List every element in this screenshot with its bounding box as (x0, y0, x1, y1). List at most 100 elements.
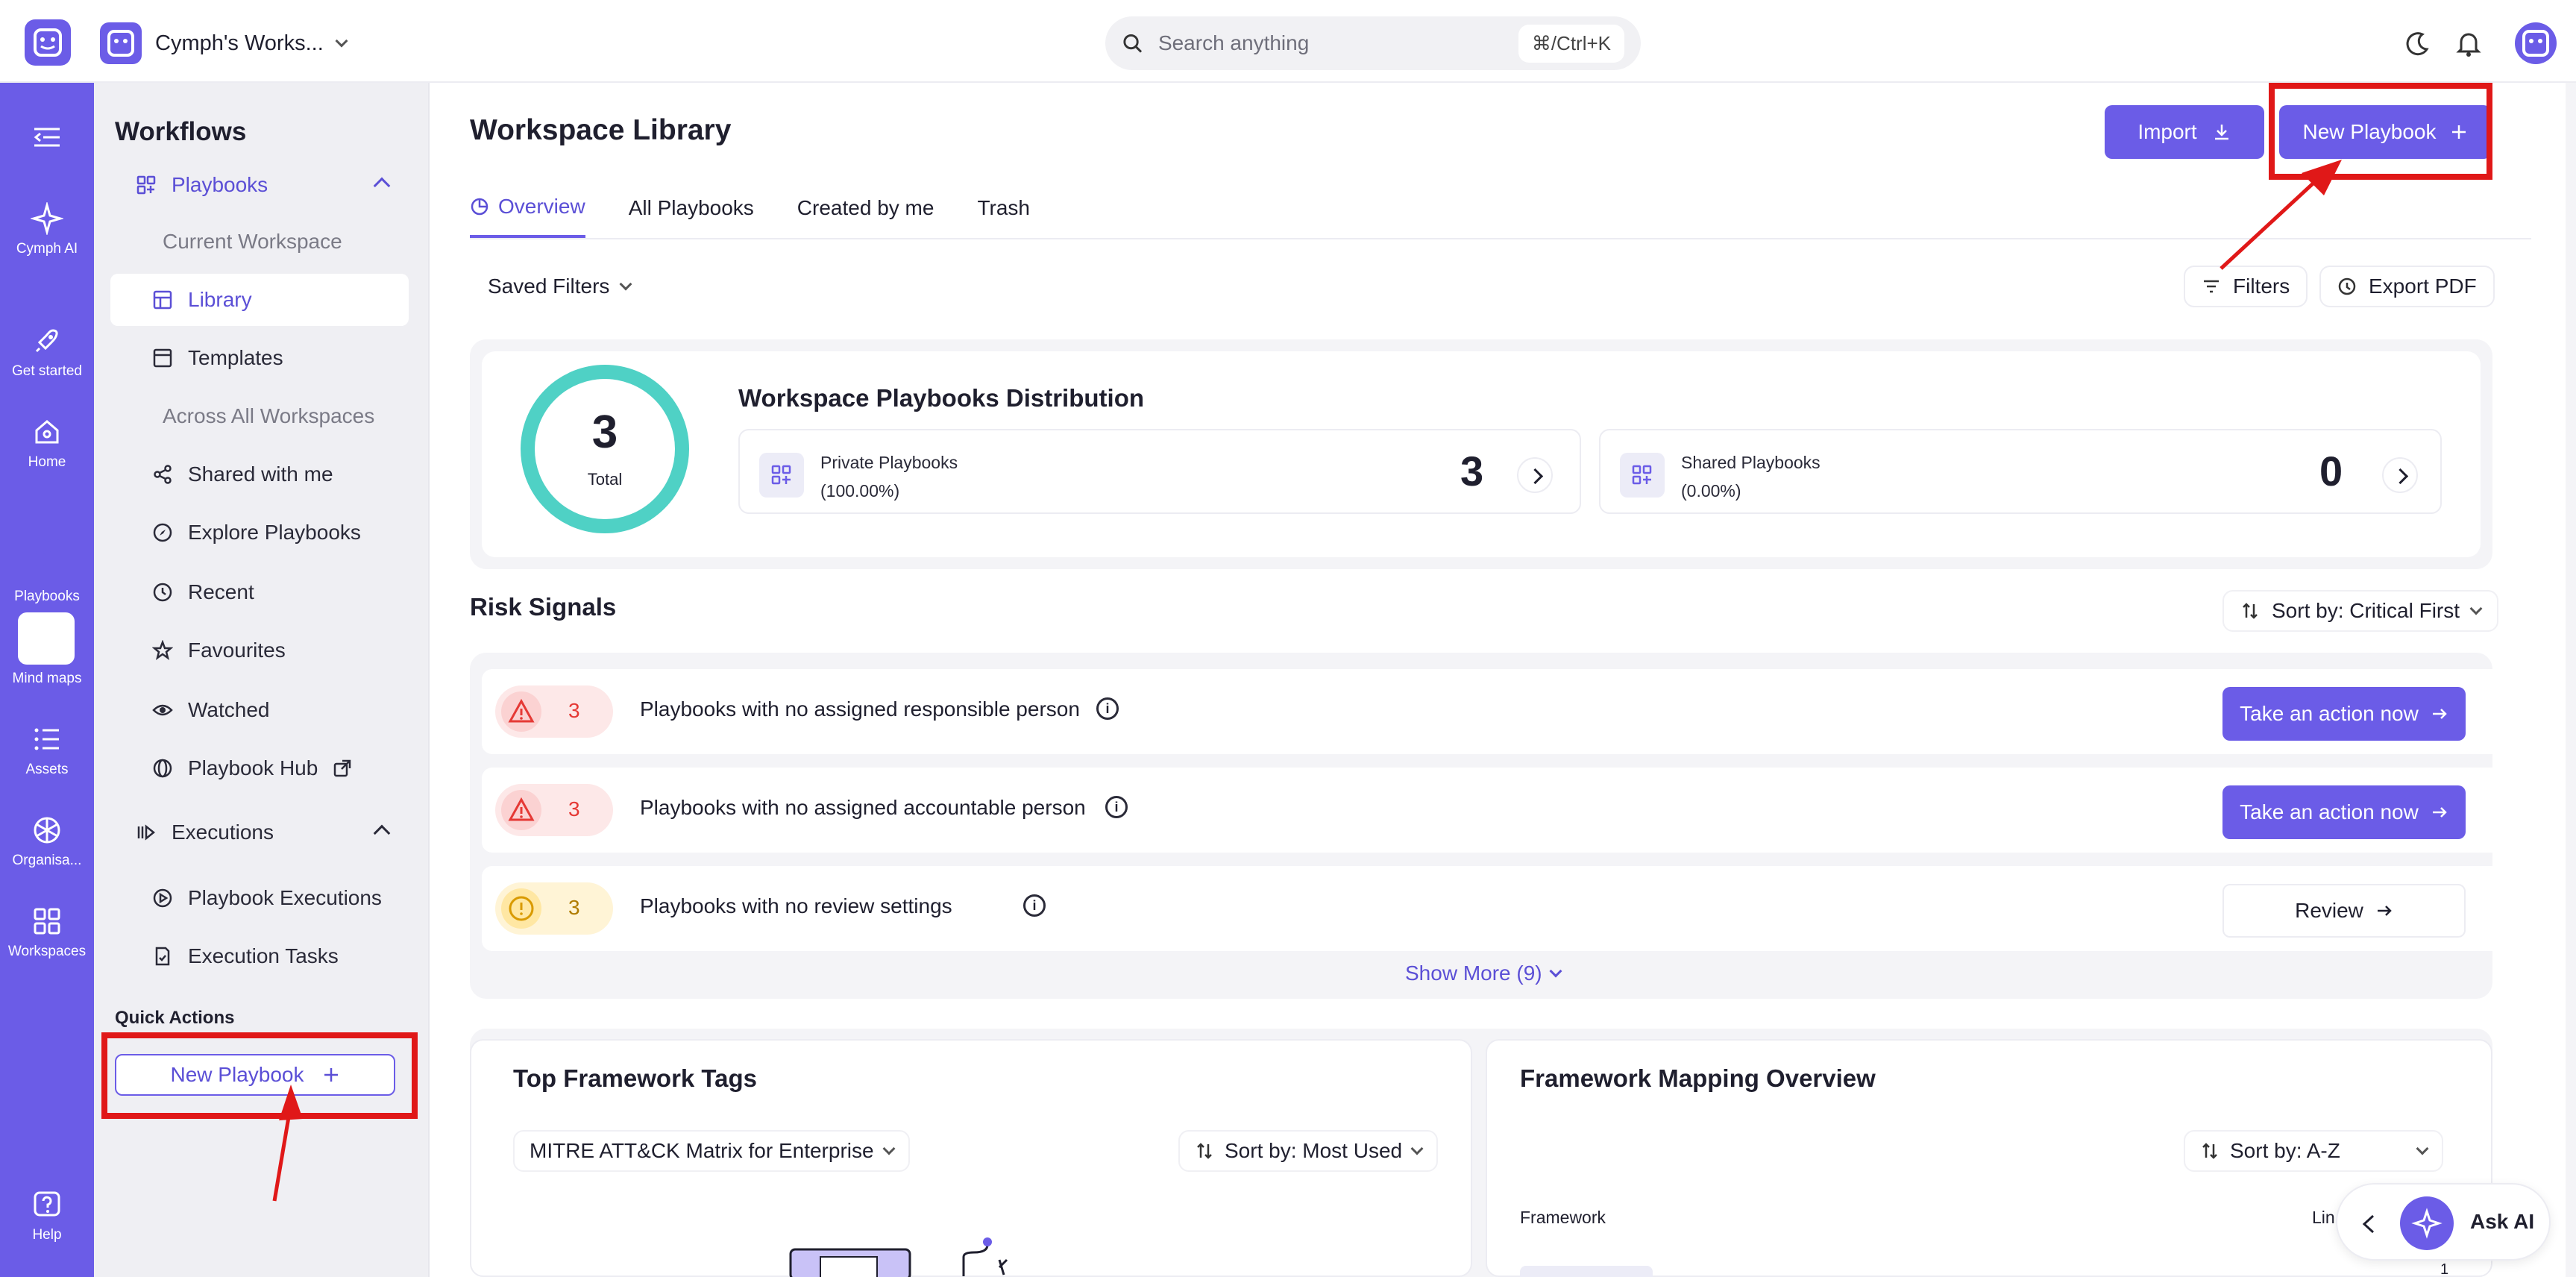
arrow-right-icon (2377, 906, 2392, 916)
chevron-up-icon[interactable] (373, 177, 391, 195)
shared-playbooks-card[interactable]: Shared Playbooks (0.00%) 0 (1599, 429, 2442, 514)
shared-playbooks-percent: (0.00%) (1681, 481, 1741, 501)
show-more-link[interactable]: Show More (9) (1405, 961, 1562, 985)
saved-filters-dropdown[interactable]: Saved Filters (470, 266, 649, 307)
sidebar-item-library[interactable]: Library (110, 274, 409, 326)
rail-item-assets[interactable]: Assets (0, 723, 94, 778)
select-value: MITRE ATT&CK Matrix for Enterprise (530, 1139, 874, 1162)
sidebar-item-explore[interactable]: Explore Playbooks (110, 506, 409, 559)
sidebar-item-label: Execution Tasks (188, 944, 339, 967)
rail-item-mind-maps[interactable]: Mind maps (0, 632, 94, 687)
sidebar-item-label: Playbooks (172, 173, 268, 196)
list-icon (34, 728, 59, 750)
info-icon[interactable]: i (1105, 796, 1128, 818)
risk-signals-title: Risk Signals (470, 593, 617, 621)
rail-item-playbooks[interactable]: Playbooks (0, 536, 94, 605)
button-label: Review (2295, 899, 2363, 922)
risk-sort-dropdown[interactable]: Sort by: Critical First (2222, 590, 2499, 632)
sidebar-title: Workflows (115, 117, 247, 146)
left-rail: Cymph AI Get started Home Playbooks Mind… (0, 83, 94, 1277)
button-label: Export PDF (2369, 274, 2477, 298)
workspace-switcher[interactable]: Cymph's Works... (100, 21, 348, 66)
search-bar[interactable]: ⌘/Ctrl+K (1105, 16, 1641, 70)
sidebar-item-execution-tasks[interactable]: Execution Tasks (110, 930, 409, 982)
arrow-right-icon (2432, 709, 2447, 719)
sidebar-item-playbook-executions[interactable]: Playbook Executions (110, 872, 409, 924)
import-button[interactable]: Import (2105, 105, 2264, 159)
sidebar-item-playbooks[interactable]: Playbooks (110, 159, 409, 211)
chevron-right-icon[interactable] (2382, 457, 2418, 493)
sidebar-item-label: Favourites (188, 638, 286, 662)
take-action-button[interactable]: Take an action now (2222, 687, 2466, 741)
sidebar-item-label: Library (188, 288, 252, 311)
pie-chart-icon (471, 198, 489, 216)
private-playbooks-count: 3 (1460, 448, 1484, 495)
private-playbooks-percent: (100.00%) (820, 481, 900, 501)
star-icon (152, 640, 173, 660)
section-label: Across All Workspaces (163, 404, 375, 427)
rail-item-organisation[interactable]: Organisa... (0, 814, 94, 869)
help-icon (34, 1191, 60, 1217)
info-icon[interactable]: i (1096, 697, 1119, 720)
sparkle-icon (31, 202, 63, 235)
private-playbooks-label: Private Playbooks (820, 453, 958, 472)
sidebar-item-playbook-hub[interactable]: Playbook Hub (110, 742, 409, 794)
info-icon[interactable]: i (1023, 894, 1046, 917)
chevron-down-icon (335, 34, 348, 48)
risk-count-badge: 3 (495, 784, 613, 836)
sidebar-item-templates[interactable]: Templates (110, 332, 409, 384)
chevron-left-icon[interactable] (2360, 1213, 2378, 1235)
tab-created-by-me[interactable]: Created by me (797, 196, 934, 236)
moon-icon[interactable] (2401, 27, 2434, 60)
sidebar-item-executions[interactable]: Executions (110, 806, 409, 859)
bell-icon[interactable] (2452, 27, 2485, 60)
tab-all-playbooks[interactable]: All Playbooks (629, 196, 754, 236)
collapse-menu-icon[interactable] (30, 120, 64, 154)
risk-count: 3 (568, 797, 580, 821)
private-playbooks-card[interactable]: Private Playbooks (100.00%) 3 (738, 429, 1581, 514)
tab-trash[interactable]: Trash (977, 196, 1030, 236)
framework-select[interactable]: MITRE ATT&CK Matrix for Enterprise (513, 1130, 910, 1172)
rail-item-help[interactable]: Help (0, 1188, 94, 1243)
framework-tag-chip (1520, 1266, 1653, 1277)
chevron-right-icon[interactable] (1517, 457, 1553, 493)
sidebar-item-shared[interactable]: Shared with me (110, 448, 409, 501)
rail-label: Home (28, 454, 66, 470)
chevron-down-icon (619, 277, 632, 291)
ask-ai-widget[interactable]: Ask AI (2336, 1183, 2551, 1261)
sort-icon (2202, 1143, 2217, 1159)
app-logo[interactable] (25, 19, 71, 66)
framework-tags-sort[interactable]: Sort by: Most Used (1178, 1130, 1439, 1172)
rail-item-home[interactable]: Home (0, 415, 94, 471)
risk-count: 3 (568, 896, 580, 919)
sidebar-item-favourites[interactable]: Favourites (110, 624, 409, 677)
user-avatar[interactable] (2515, 22, 2557, 64)
sidebar-section-across-workspaces: Across All Workspaces (110, 390, 409, 442)
playbooks-icon (1620, 453, 1665, 498)
button-label: Import (2137, 120, 2197, 143)
organisation-icon (34, 817, 60, 844)
search-input[interactable] (1157, 31, 1504, 55)
rail-item-workspaces[interactable]: Workspaces (0, 905, 94, 960)
tab-label: Trash (977, 196, 1030, 219)
chevron-up-icon[interactable] (373, 824, 391, 842)
library-tabs: Overview All Playbooks Created by me Tra… (470, 195, 1030, 238)
tasks-icon (155, 947, 170, 966)
sort-icon (1197, 1143, 1212, 1159)
sidebar-item-recent[interactable]: Recent (110, 566, 409, 618)
chevron-down-icon (882, 1142, 896, 1155)
mapping-sort-dropdown[interactable]: Sort by: A-Z (2184, 1130, 2443, 1172)
take-action-button[interactable]: Take an action now (2222, 785, 2466, 839)
risk-count-badge: 3 (495, 882, 613, 935)
library-icon (153, 290, 172, 310)
playbooks-icon (759, 453, 804, 498)
sidebar-item-label: Playbook Executions (188, 886, 382, 909)
column-header-lin: Lin (2312, 1208, 2335, 1227)
review-button[interactable]: Review (2222, 884, 2466, 938)
tab-label: Overview (498, 195, 585, 218)
rail-item-get-started[interactable]: Get started (0, 324, 94, 380)
tab-overview[interactable]: Overview (470, 195, 585, 238)
rail-item-cymph-ai[interactable]: Cymph AI (0, 202, 94, 257)
sidebar-item-watched[interactable]: Watched (110, 684, 409, 736)
arrow-right-icon (2432, 807, 2447, 818)
